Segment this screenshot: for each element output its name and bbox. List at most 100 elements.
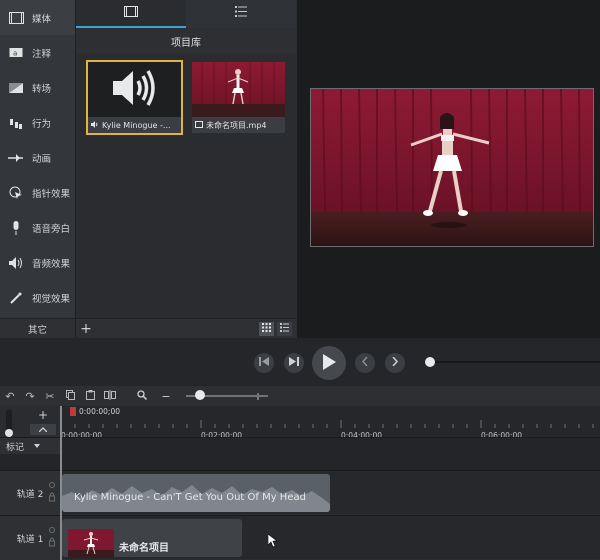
sidebar-item-audio-effects[interactable]: 音频效果	[0, 245, 75, 280]
track-height-handle[interactable]	[5, 429, 13, 437]
sidebar-item-annotations[interactable]: a 注释	[0, 35, 75, 70]
step-back-icon	[259, 357, 269, 369]
collapse-tracks-button[interactable]	[30, 424, 56, 435]
undo-button[interactable]: ↶	[0, 386, 20, 406]
markers-toggle[interactable]: 标记	[0, 438, 60, 454]
markers-row: 标记	[0, 437, 600, 470]
film-icon	[124, 6, 138, 20]
sidebar-item-label: 指针效果	[32, 188, 71, 200]
paste-icon	[85, 389, 95, 403]
grid-view-button[interactable]	[259, 321, 274, 336]
paste-button[interactable]	[80, 386, 100, 406]
cursor-effect-icon	[8, 186, 24, 200]
preview-frame	[311, 89, 593, 246]
library-tabs	[76, 0, 296, 28]
chevron-up-icon	[38, 424, 48, 435]
video-clip-title: 未命名项目	[119, 543, 169, 554]
track-1: 轨道 1 未命名项目	[0, 515, 600, 560]
add-track-button[interactable]: +	[38, 408, 48, 422]
speaker-icon	[112, 69, 157, 110]
scrub-bar[interactable]	[430, 361, 600, 363]
media-item-caption: Kylie Minogue -...	[88, 117, 181, 133]
list-view-button[interactable]	[277, 321, 292, 336]
audio-thumbnail	[88, 62, 181, 117]
zoom-out-button[interactable]: −	[156, 386, 176, 406]
film-icon	[195, 120, 203, 130]
scissors-icon: ✂	[45, 389, 55, 403]
audio-clip[interactable]: Kylie Minogue - Can'T Get You Out Of My …	[62, 474, 330, 512]
redo-button[interactable]: ↷	[20, 386, 40, 406]
sidebar-item-label: 转场	[32, 83, 52, 95]
library-footer: +	[76, 318, 296, 338]
chevron-left-icon	[361, 356, 368, 369]
add-media-button[interactable]: +	[76, 319, 96, 339]
speaker-icon	[8, 256, 24, 270]
grid-icon	[262, 322, 271, 335]
chevron-right-icon	[392, 356, 399, 369]
track-height-slider[interactable]	[6, 410, 12, 430]
media-library-panel: 项目库 Kylie Minogue -... 未命名项目.mp4 +	[76, 0, 296, 338]
annotation-icon: a	[8, 46, 24, 60]
markers-label: 标记	[6, 442, 25, 453]
media-item-audio[interactable]: Kylie Minogue -...	[86, 60, 183, 135]
list-icon	[235, 6, 247, 20]
split-button[interactable]	[100, 386, 120, 406]
magnifier-icon	[137, 389, 148, 403]
media-item-video[interactable]: 未命名项目.mp4	[192, 62, 285, 133]
sidebar-item-label: 语音旁白	[32, 223, 71, 235]
sidebar-item-label: 行为	[32, 118, 52, 130]
list-icon	[280, 322, 289, 335]
sidebar-item-label: 媒体	[32, 13, 52, 25]
playhead-line[interactable]	[60, 406, 62, 560]
zoom-slider-handle[interactable]	[195, 390, 205, 400]
sidebar-item-cursor-effects[interactable]: 指针效果	[0, 175, 75, 210]
video-preview[interactable]	[310, 88, 594, 247]
library-title: 项目库	[76, 28, 296, 54]
step-forward-button[interactable]	[284, 353, 304, 373]
sidebar: 媒体 a 注释 转场 行为 动画 指针效果 语音旁白 音频效果 视觉效果	[0, 0, 76, 318]
sidebar-item-animations[interactable]: 动画	[0, 140, 75, 175]
step-back-button[interactable]	[254, 353, 274, 373]
playhead-time: 0:00:00;00	[79, 407, 120, 416]
zoom-search-button[interactable]	[132, 386, 152, 406]
sidebar-item-label: 视觉效果	[32, 293, 71, 305]
redo-icon: ↷	[25, 389, 35, 403]
step-forward-icon	[289, 357, 299, 369]
microphone-icon	[8, 220, 24, 235]
video-clip-thumbnail	[68, 529, 114, 557]
copy-icon	[65, 389, 75, 403]
media-grid: Kylie Minogue -... 未命名项目.mp4	[86, 60, 285, 135]
sidebar-item-visual-effects[interactable]: 视觉效果	[0, 280, 75, 315]
transition-icon	[8, 81, 24, 95]
sidebar-item-media[interactable]: 媒体	[0, 0, 75, 35]
previous-marker-button[interactable]	[355, 353, 375, 373]
play-button[interactable]	[312, 346, 346, 380]
scrub-handle[interactable]	[425, 357, 435, 367]
sidebar-item-transitions[interactable]: 转场	[0, 70, 75, 105]
next-marker-button[interactable]	[385, 353, 405, 373]
tab-library-list[interactable]	[186, 0, 296, 28]
copy-button[interactable]	[60, 386, 80, 406]
cut-button[interactable]: ✂	[40, 386, 60, 406]
mouse-cursor-icon	[267, 533, 278, 551]
playhead-handle[interactable]	[70, 407, 76, 416]
lock-icon	[49, 482, 55, 502]
track-lock-controls[interactable]	[48, 526, 56, 550]
undo-icon: ↶	[5, 389, 15, 403]
svg-text:a: a	[13, 49, 17, 57]
track-lock-controls[interactable]	[48, 481, 56, 505]
sidebar-item-voice-narration[interactable]: 语音旁白	[0, 210, 75, 245]
sidebar-item-label: 音频效果	[32, 258, 71, 270]
view-toggle	[259, 321, 292, 336]
film-icon	[8, 11, 24, 25]
audio-clip-title: Kylie Minogue - Can'T Get You Out Of My …	[74, 492, 306, 503]
tab-media-bin[interactable]	[76, 0, 186, 28]
media-item-caption: 未命名项目.mp4	[192, 117, 285, 133]
sidebar-other-button[interactable]: 其它	[0, 318, 76, 338]
magic-wand-icon	[8, 291, 24, 305]
video-clip[interactable]: 未命名项目	[62, 519, 242, 557]
animation-icon	[8, 151, 24, 165]
sidebar-item-behaviors[interactable]: 行为	[0, 105, 75, 140]
lock-icon	[49, 527, 55, 547]
track-2: 轨道 2 Kylie Minogue - Can'T Get You Out O…	[0, 470, 600, 515]
